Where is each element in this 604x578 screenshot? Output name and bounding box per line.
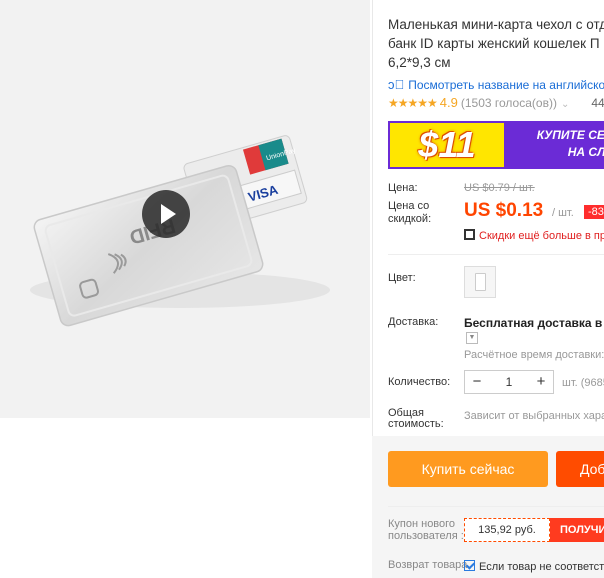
quantity-input[interactable] xyxy=(489,371,529,393)
swatch-thumbnail xyxy=(475,273,486,291)
old-price: US $0.79 / шт. xyxy=(464,182,535,194)
stock-count: шт. (9685 xyxy=(562,377,604,389)
banner-text-line1: КУПИТЕ СЕЙЧ xyxy=(536,128,604,142)
translate-title-text: Посмотреть название на английском xyxy=(408,78,604,92)
translate-title-link[interactable]: ↄ⃝ Посмотреть название на английском xyxy=(388,77,604,92)
divider xyxy=(388,254,604,255)
translate-icon: ↄ⃝ xyxy=(388,77,405,92)
quantity-increase-button[interactable]: + xyxy=(529,371,553,393)
chevron-down-icon: ⌄ xyxy=(560,99,570,110)
current-price: US $0.13 xyxy=(464,200,544,221)
quantity-decrease-button[interactable]: − xyxy=(465,371,489,393)
orders-count: 44 xyxy=(591,96,604,110)
promo-banner[interactable]: $11 КУПИТЕ СЕЙЧ НА СЛЕД xyxy=(388,121,604,169)
banner-price: $11 xyxy=(390,123,504,167)
shipping-time: Расчётное время доставки: xyxy=(464,349,604,361)
divider xyxy=(388,506,604,507)
rating-stars-icon: ★★★★★ xyxy=(388,96,438,110)
total-label: Общая стоимость: xyxy=(388,407,444,430)
product-title: Маленькая мини-карта чехол с отд банк ID… xyxy=(388,17,604,70)
get-coupon-button[interactable]: ПОЛУЧИ xyxy=(550,518,604,542)
buy-now-button[interactable]: Купить сейчас xyxy=(388,451,548,487)
color-swatch[interactable] xyxy=(464,266,496,298)
banner-text-line2: НА СЛЕД xyxy=(567,145,604,159)
coupon-amount: 135,92 руб. xyxy=(464,518,550,542)
discount-price-label: Цена со скидкой: xyxy=(388,200,432,225)
color-label: Цвет: xyxy=(388,272,416,284)
rating-score: 4.9 xyxy=(439,95,458,110)
quantity-label: Количество: xyxy=(388,376,451,388)
shipping-label: Доставка: xyxy=(388,316,439,328)
add-to-cart-button[interactable]: Доб xyxy=(556,451,604,487)
more-discounts-link[interactable]: Скидки ещё больше в пр xyxy=(464,229,604,242)
coupon-label: Купон нового пользователя : xyxy=(388,518,464,542)
shield-check-icon xyxy=(464,560,475,571)
qr-code-icon xyxy=(464,229,475,240)
shipping-value: Бесплатная доставка в Ru xyxy=(464,316,604,330)
price-label: Цена: xyxy=(388,182,418,194)
rating-count: (1503 голоса(ов)) xyxy=(460,96,557,110)
return-policy: Если товар не соответст xyxy=(464,560,604,573)
play-video-button[interactable] xyxy=(142,190,190,238)
discount-badge: -83% xyxy=(584,205,604,219)
product-image[interactable]: UnionPay VISA RFID xyxy=(0,0,370,418)
rating-row[interactable]: ★★★★★ 4.9 (1503 голоса(ов)) ⌄ 44 xyxy=(388,95,604,110)
banner-text: КУПИТЕ СЕЙЧ НА СЛЕД xyxy=(512,127,604,161)
price-unit: / шт. xyxy=(552,207,574,219)
total-value: Зависит от выбранных хара xyxy=(464,410,604,422)
product-info: Маленькая мини-карта чехол с отд банк ID… xyxy=(388,0,604,578)
return-label: Возврат товара xyxy=(388,559,468,571)
quantity-stepper: − + xyxy=(464,370,554,394)
return-policy-text: Если товар не соответст xyxy=(479,561,604,573)
more-discounts-text: Скидки ещё больше в пр xyxy=(479,230,604,242)
chevron-down-icon[interactable]: ▼ xyxy=(466,332,478,344)
